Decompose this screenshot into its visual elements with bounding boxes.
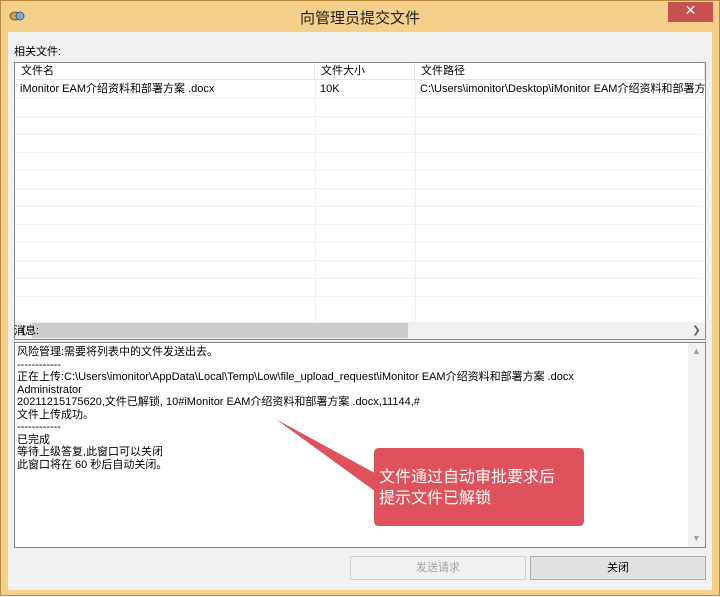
files-section-label: 相关文件: [14, 46, 62, 58]
close-window-button[interactable]: ✕ [668, 2, 713, 22]
vertical-scrollbar[interactable]: ▲ ▼ [688, 343, 705, 547]
message-line: 20211215175620,文件已解锁, 10#iMonitor EAM介绍资… [17, 396, 420, 408]
row-gridline [15, 134, 705, 135]
file-row[interactable]: iMonitor EAM介绍资料和部署方案 .docx 10K C:\Users… [15, 80, 705, 98]
callout-text: 文件通过自动审批要求后 提示文件已解锁 [379, 466, 579, 508]
message-line: ------------ [17, 421, 61, 433]
row-gridline [15, 188, 705, 189]
row-gridline [15, 206, 705, 207]
row-gridline [15, 116, 705, 117]
horizontal-scrollbar[interactable]: ❮ ❯ [15, 322, 705, 339]
message-line: 正在上传:C:\Users\imonitor\AppData\Local\Tem… [17, 371, 574, 383]
message-line: Administrator [17, 383, 82, 396]
scroll-down-arrow-icon[interactable]: ▼ [688, 530, 705, 547]
file-name-cell: iMonitor EAM介绍资料和部署方案 .docx [20, 83, 215, 95]
message-line: 此窗口将在 60 秒后自动关闭。 [17, 458, 168, 471]
title-bar[interactable]: 向管理员提交文件 ✕ [1, 1, 719, 32]
row-gridline [15, 98, 705, 99]
row-gridline [15, 296, 705, 297]
dialog-window: 向管理员提交文件 ✕ 相关文件: 文件名 文件大小 文件路径 iMonitor … [0, 0, 720, 596]
column-header-filesize[interactable]: 文件大小 [315, 63, 415, 80]
send-request-button[interactable]: 发送请求 [350, 556, 526, 580]
dialog-content: 相关文件: 文件名 文件大小 文件路径 iMonitor EAM介绍资料和部署方… [8, 32, 712, 590]
scroll-up-arrow-icon[interactable]: ▲ [688, 343, 705, 360]
message-log[interactable]: 风险管理:需要将列表中的文件发送出去。 ------------ 正在上传:C:… [14, 342, 706, 548]
row-gridline [15, 260, 705, 261]
scroll-right-arrow-icon[interactable]: ❯ [688, 322, 705, 339]
horizontal-scroll-thumb[interactable] [32, 323, 408, 338]
message-line: 等待上级答复,此窗口可以关闭 [17, 446, 164, 458]
message-line: 文件上传成功。 [17, 408, 94, 421]
message-line: 已完成 [17, 433, 50, 446]
row-gridline [15, 242, 705, 243]
row-gridline [15, 152, 705, 153]
column-header-filepath[interactable]: 文件路径 [415, 63, 705, 80]
file-list[interactable]: 文件名 文件大小 文件路径 iMonitor EAM介绍资料和部署方案 .doc… [14, 62, 706, 340]
callout-line-1: 文件通过自动审批要求后 [379, 467, 556, 486]
message-lines: 风险管理:需要将列表中的文件发送出去。 ------------ 正在上传:C:… [17, 346, 687, 471]
file-path-cell: C:\Users\imonitor\Desktop\iMonitor EAM介绍… [420, 83, 705, 95]
message-line: 风险管理:需要将列表中的文件发送出去。 [17, 346, 219, 358]
file-list-header: 文件名 文件大小 文件路径 [15, 63, 705, 80]
messages-section-label: 消息: [14, 325, 40, 337]
file-size-cell: 10K [320, 83, 340, 95]
close-button[interactable]: 关闭 [530, 556, 706, 580]
row-gridline [15, 224, 705, 225]
row-gridline [15, 278, 705, 279]
row-gridline [15, 170, 705, 171]
message-line: ------------ [17, 358, 61, 371]
column-header-filename[interactable]: 文件名 [15, 63, 315, 80]
callout-line-2: 提示文件已解锁 [379, 488, 492, 507]
window-title: 向管理员提交文件 [299, 10, 420, 27]
